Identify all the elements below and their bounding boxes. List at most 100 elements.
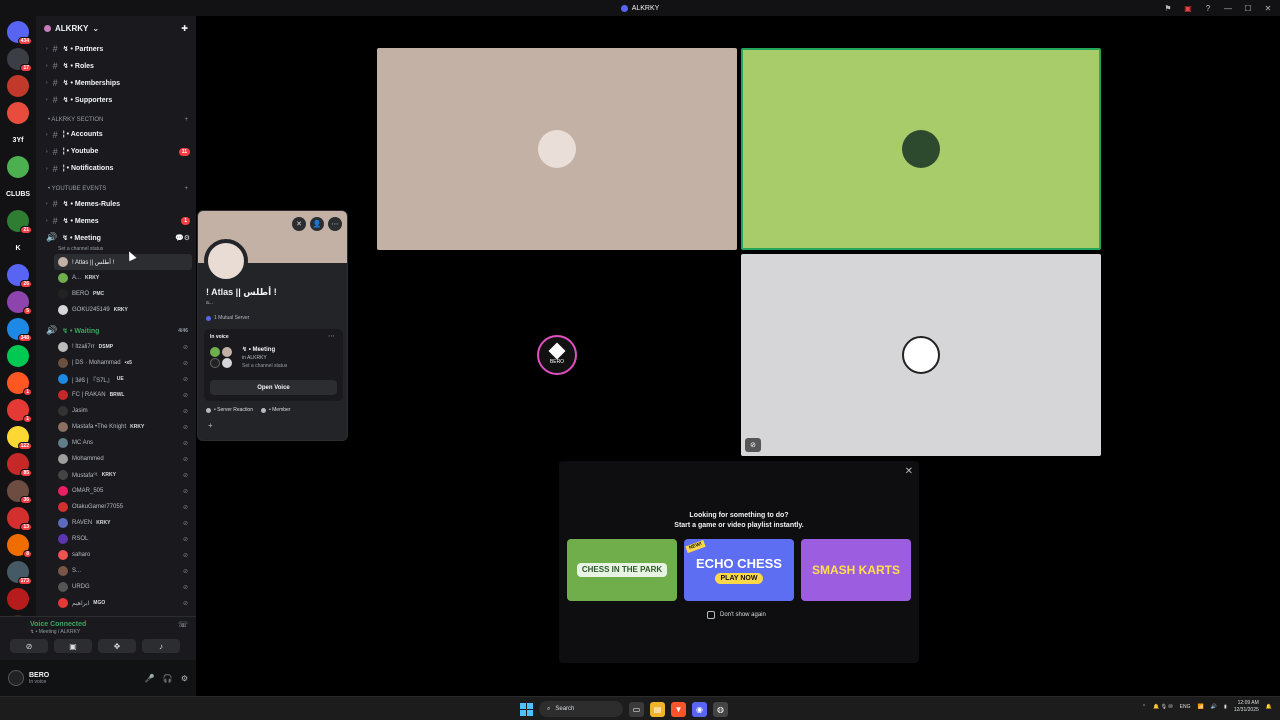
voice-user[interactable]: RSOL ⊘	[36, 531, 196, 547]
server-icon[interactable]: 85	[7, 453, 32, 477]
voice-channel-meeting[interactable]: 🔊 ↯ • Meeting 💬⚙	[36, 229, 196, 246]
server-icon[interactable]: 36	[7, 480, 32, 504]
server-icon[interactable]: 173	[7, 561, 32, 585]
server-icon[interactable]: 122	[7, 426, 32, 450]
headphones-icon[interactable]: 🎧	[163, 674, 173, 683]
soundboard-button[interactable]: ♪	[142, 639, 180, 653]
text-channel[interactable]: › # ¦ • Accounts	[36, 126, 196, 143]
mutual-servers[interactable]: 1 Mutual Server	[206, 315, 249, 321]
server-icon[interactable]: 348	[7, 318, 32, 342]
voice-user[interactable]: GOKU245149 KRKY	[36, 302, 196, 318]
search-box[interactable]: ⌕ Search	[539, 701, 623, 717]
voice-user[interactable]: URDG ⊘	[36, 579, 196, 595]
server-icon[interactable]	[7, 75, 29, 97]
guild-header[interactable]: ALKRKY ⌄ ✚	[36, 16, 196, 40]
wifi-icon[interactable]: 📶	[1198, 704, 1204, 710]
category-alkrky-section[interactable]: • ALKRKY SECTION +	[36, 108, 196, 126]
channel-actions-icon[interactable]: 💬⚙	[175, 234, 190, 242]
text-channel[interactable]: › # ¦ • Youtube 11	[36, 143, 196, 160]
server-icon[interactable]	[7, 345, 29, 367]
voice-user[interactable]: OMAR_505 ⊘	[36, 483, 196, 499]
video-tile-bero[interactable]: BERO	[377, 254, 737, 456]
server-icon[interactable]: 21	[7, 210, 32, 234]
server-icon[interactable]: 8	[7, 534, 32, 558]
text-channel[interactable]: › # ↯ • Memes-Rules	[36, 195, 196, 212]
tray-icons[interactable]: 🔔 🎙 ✉	[1153, 704, 1173, 710]
server-icon[interactable]: 1	[7, 399, 32, 423]
text-channel[interactable]: › # ↯ • Memes 1	[36, 212, 196, 229]
microphone-icon[interactable]: 🎤	[145, 674, 155, 683]
more-icon[interactable]: ⋯	[328, 332, 335, 340]
voice-user[interactable]: Jasim ⊘	[36, 403, 196, 419]
server-icon[interactable]: 1	[7, 372, 32, 396]
text-channel[interactable]: › # ↯ • Memberships	[36, 74, 196, 91]
video-tile-atlas[interactable]	[377, 48, 737, 250]
voice-user[interactable]: A... KRKY	[36, 270, 196, 286]
screenshare-button[interactable]: ▣	[54, 639, 92, 653]
plus-icon[interactable]: +	[184, 117, 188, 123]
server-icon[interactable]: 3Yf	[7, 129, 29, 151]
voice-user[interactable]: FC | RAKAN BRWL ⊘	[36, 387, 196, 403]
text-channel[interactable]: › # ↯ • Roles	[36, 57, 196, 74]
server-icon[interactable]: K	[7, 237, 29, 259]
text-channel[interactable]: › # ¦ • Notifications	[36, 160, 196, 177]
game-smash-karts[interactable]: SMASH KARTS	[801, 539, 911, 601]
server-icon[interactable]	[7, 102, 29, 124]
text-channel[interactable]: › # ↯ • Supporters	[36, 91, 196, 108]
activities-button[interactable]: ✥	[98, 639, 136, 653]
disconnect-icon[interactable]: ☏	[178, 620, 188, 629]
server-icon[interactable]: 434	[7, 21, 32, 45]
app-icon[interactable]: ◍	[713, 701, 728, 717]
minimize-icon[interactable]: —	[1222, 2, 1234, 14]
play-now-button[interactable]: PLAY NOW	[714, 572, 764, 584]
server-icon[interactable]	[7, 156, 29, 178]
voice-user[interactable]: | DS · Mohammad •x5 ⊘	[36, 355, 196, 371]
voice-user[interactable]: MC Ans ⊘	[36, 435, 196, 451]
chevron-up-icon[interactable]: ⌃	[1142, 704, 1146, 710]
server-icon[interactable]: 26	[7, 264, 32, 288]
server-icon[interactable]: 17	[7, 48, 32, 72]
server-icon[interactable]: CLUBS	[6, 183, 30, 205]
voice-user[interactable]: RAVEN KRKY ⊘	[36, 515, 196, 531]
game-chess-in-the-park[interactable]: CHESS IN THE PARK	[567, 539, 677, 601]
more-icon[interactable]: ⋯	[328, 217, 342, 231]
voice-user[interactable]: saharo ⊘	[36, 547, 196, 563]
battery-icon[interactable]: ▮	[1224, 704, 1227, 710]
task-view-icon[interactable]: ▭	[629, 701, 644, 717]
add-friend-icon[interactable]: 👤	[310, 217, 324, 231]
close-icon[interactable]: ✕	[1262, 2, 1274, 14]
notification-icon[interactable]: 🔔	[1266, 704, 1272, 710]
voice-user[interactable]: S... ⊘	[36, 563, 196, 579]
volume-icon[interactable]: 🔊	[1211, 704, 1217, 710]
voice-user[interactable]: Mohammed ⊘	[36, 451, 196, 467]
server-icon[interactable]	[7, 588, 29, 610]
voice-user[interactable]: Mustafa⁰¹ KRKY ⊘	[36, 467, 196, 483]
help-icon[interactable]: ?	[1202, 2, 1214, 14]
screen-icon[interactable]: ▣	[1182, 2, 1194, 14]
voice-channel-waiting[interactable]: 🔊 ↯ • Waiting 4/46	[36, 322, 196, 339]
voice-user[interactable]: | 3∂ß | 『S7L』 UE ⊘	[36, 371, 196, 387]
game-echo-chess[interactable]: NEW! ECHO CHESS PLAY NOW	[684, 539, 794, 601]
server-icon[interactable]: 13	[7, 507, 32, 531]
open-voice-button[interactable]: Open Voice	[210, 380, 337, 395]
voice-user[interactable]: OtakuGamer77055 ⊘	[36, 499, 196, 515]
gear-icon[interactable]: ⚙	[181, 674, 188, 683]
add-role-icon[interactable]: +	[208, 421, 213, 430]
camera-button[interactable]: ⊘	[10, 639, 48, 653]
close-icon[interactable]: ✕	[292, 217, 306, 231]
voice-user[interactable]: ! Atlas || أطلس !	[54, 254, 192, 270]
language-indicator[interactable]: ENG	[1180, 704, 1191, 710]
close-icon[interactable]: ✕	[905, 466, 913, 477]
add-friend-icon[interactable]: ✚	[181, 24, 188, 33]
voice-user[interactable]: ابراهيم MGO ⊘	[36, 595, 196, 611]
voice-user[interactable]: BERO PMC	[36, 286, 196, 302]
category-youtube-events[interactable]: • YOUTUBE EVENTS +	[36, 177, 196, 195]
maximize-icon[interactable]: ☐	[1242, 2, 1254, 14]
video-tile-speaking[interactable]	[741, 48, 1101, 250]
plus-icon[interactable]: +	[184, 186, 188, 192]
text-channel[interactable]: › # ↯ • Partners	[36, 40, 196, 57]
video-tile-goku[interactable]: ⊘	[741, 254, 1101, 456]
clock[interactable]: 12:09 AM 12/31/2025	[1234, 700, 1259, 713]
checkbox[interactable]	[707, 611, 715, 619]
server-icon[interactable]: 5	[7, 291, 32, 315]
